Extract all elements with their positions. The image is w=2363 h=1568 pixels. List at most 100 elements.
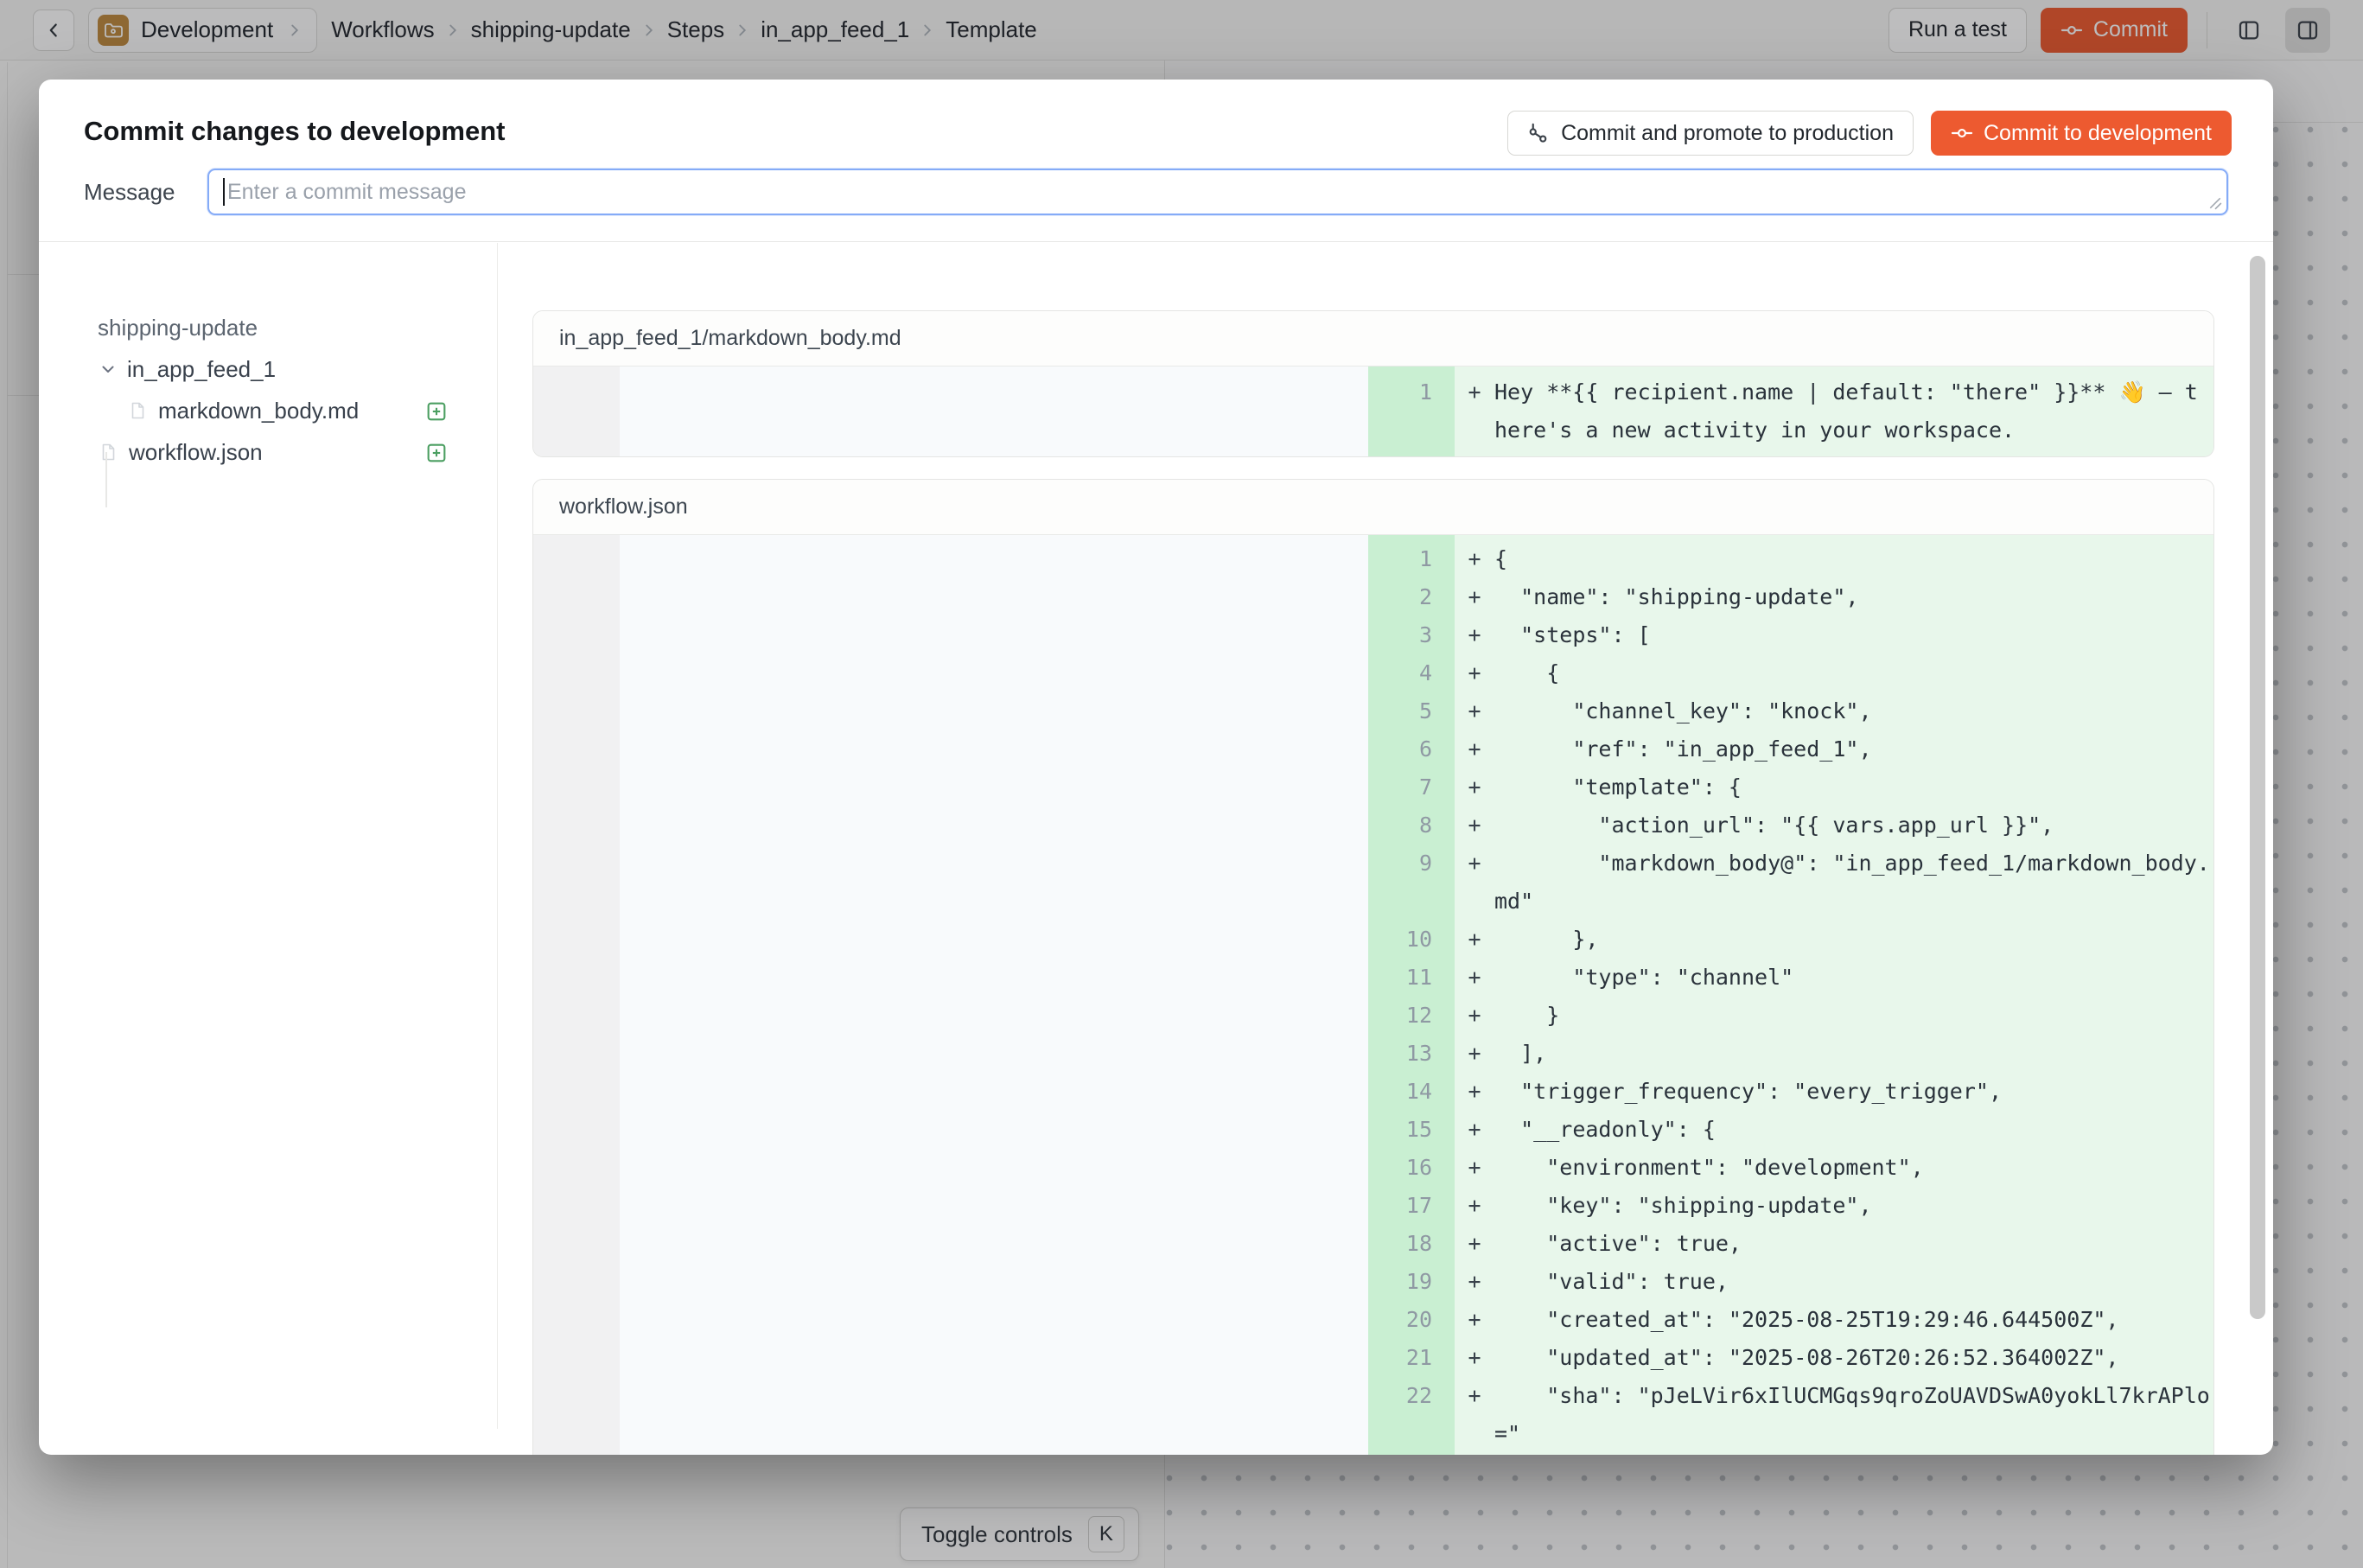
file-icon <box>127 400 148 421</box>
diff-added-sign: + <box>1455 1149 1494 1187</box>
diff-added-sign: + <box>1455 540 1494 578</box>
message-label: Message <box>84 169 175 215</box>
diff-line: 17 + "key": "shipping-update", <box>1368 1187 2213 1225</box>
diff-line-content: }, <box>1494 921 2210 959</box>
diff-line: 20 + "created_at": "2025-08-25T19:29:46.… <box>1368 1301 2213 1339</box>
diff-line: 13 + ], <box>1368 1035 2213 1073</box>
diff-added-sign: + <box>1455 1111 1494 1149</box>
file-icon <box>98 442 118 462</box>
file-name: workflow.json <box>129 439 263 466</box>
diff-added-sign: + <box>1455 1225 1494 1263</box>
line-number: 3 <box>1368 616 1455 654</box>
line-number: 10 <box>1368 921 1455 959</box>
diff-added-sign: + <box>1455 1377 1494 1453</box>
modal-scrollbar-thumb[interactable] <box>2250 256 2265 1319</box>
line-number: 1 <box>1368 373 1455 449</box>
diff-old-side <box>533 367 1368 456</box>
line-number: 18 <box>1368 1225 1455 1263</box>
line-number: 16 <box>1368 1149 1455 1187</box>
commit-to-development-label: Commit to development <box>1984 121 2212 146</box>
resize-grip-icon[interactable] <box>2208 196 2222 210</box>
diff-line: 19 + "valid": true, <box>1368 1263 2213 1301</box>
diff-line: 22 + "sha": "pJeLVir6xIlUCMGqs9qroZoUAVD… <box>1368 1377 2213 1453</box>
line-number: 5 <box>1368 692 1455 730</box>
line-number: 23 <box>1368 1453 1455 1455</box>
diff-line: 6 + "ref": "in_app_feed_1", <box>1368 730 2213 768</box>
diff-added-sign: + <box>1455 1453 1494 1455</box>
diff-added-sign: + <box>1455 1073 1494 1111</box>
diff-panel-workflow-json: workflow.json 1 + { 2 + "name": "shippin… <box>532 479 2214 1455</box>
text-caret <box>223 178 225 206</box>
commit-message-input[interactable]: Enter a commit message <box>207 169 2228 215</box>
diff-line-content: "template": { <box>1494 768 2210 806</box>
sidebar-group-in-app-feed-1[interactable]: in_app_feed_1 <box>98 348 497 390</box>
diff-line: 15 + "__readonly": { <box>1368 1111 2213 1149</box>
line-number: 1 <box>1368 540 1455 578</box>
diff-line-content: "ref": "in_app_feed_1", <box>1494 730 2210 768</box>
diff-line-content: } <box>1494 1453 2210 1455</box>
diff-line-content: "key": "shipping-update", <box>1494 1187 2210 1225</box>
diff-added-sign: + <box>1455 373 1494 449</box>
diff-added-sign: + <box>1455 578 1494 616</box>
diff-added-sign: + <box>1455 1263 1494 1301</box>
diff-added-sign: + <box>1455 730 1494 768</box>
diff-added-sign: + <box>1455 768 1494 806</box>
diff-line-content: "__readonly": { <box>1494 1111 2210 1149</box>
diff-line-content: Hey **{{ recipient.name | default: "ther… <box>1494 373 2210 449</box>
diff-added-sign: + <box>1455 692 1494 730</box>
diff-added-sign: + <box>1455 1187 1494 1225</box>
commit-icon <box>1951 122 1973 144</box>
diff-line-content: "markdown_body@": "in_app_feed_1/markdow… <box>1494 845 2210 921</box>
diff-added-sign: + <box>1455 959 1494 997</box>
diff-line-content: "created_at": "2025-08-25T19:29:46.64450… <box>1494 1301 2210 1339</box>
diff-line: 3 + "steps": [ <box>1368 616 2213 654</box>
diff-line: 16 + "environment": "development", <box>1368 1149 2213 1187</box>
modal-actions: Commit and promote to production Commit … <box>1507 111 2232 156</box>
promote-branch-icon <box>1527 122 1551 145</box>
diff-line: 23 + } <box>1368 1453 2213 1455</box>
diff-new-side: 1 + { 2 + "name": "shipping-update", 3 +… <box>1368 535 2213 1455</box>
diff-line: 8 + "action_url": "{{ vars.app_url }}", <box>1368 806 2213 845</box>
modal-header: Commit changes to development Commit and… <box>39 80 2273 242</box>
diff-line-content: "updated_at": "2025-08-26T20:26:52.36400… <box>1494 1339 2210 1377</box>
diff-line: 21 + "updated_at": "2025-08-26T20:26:52.… <box>1368 1339 2213 1377</box>
diff-added-sign: + <box>1455 921 1494 959</box>
old-content-empty <box>620 535 1368 1455</box>
diff-panel-title: in_app_feed_1/markdown_body.md <box>533 311 2213 367</box>
diff-line-content: { <box>1494 540 2210 578</box>
diff-old-side <box>533 535 1368 1455</box>
added-lines: 1 + { 2 + "name": "shipping-update", 3 +… <box>1368 535 2213 1455</box>
line-number: 6 <box>1368 730 1455 768</box>
added-lines: 1 + Hey **{{ recipient.name | default: "… <box>1368 367 2213 456</box>
plus-square-icon <box>424 441 449 465</box>
line-number: 9 <box>1368 845 1455 921</box>
commit-and-promote-label: Commit and promote to production <box>1561 121 1894 146</box>
diff-line: 1 + { <box>1368 540 2213 578</box>
diff-added-sign: + <box>1455 1035 1494 1073</box>
commit-and-promote-button[interactable]: Commit and promote to production <box>1507 111 1914 156</box>
diff-added-sign: + <box>1455 1339 1494 1377</box>
diff-line-content: "active": true, <box>1494 1225 2210 1263</box>
diff-added-sign: + <box>1455 1301 1494 1339</box>
diff-line-content: "action_url": "{{ vars.app_url }}", <box>1494 806 2210 845</box>
diff-panel-markdown-body: in_app_feed_1/markdown_body.md 1 + Hey *… <box>532 310 2214 457</box>
old-content-empty <box>620 367 1368 456</box>
line-number: 4 <box>1368 654 1455 692</box>
file-added-badge-icon <box>424 398 449 424</box>
app-screen: Development Workflows shipping-update St… <box>0 0 2363 1568</box>
diff-panel-title: workflow.json <box>533 480 2213 535</box>
modal-title: Commit changes to development <box>84 116 505 147</box>
line-number: 2 <box>1368 578 1455 616</box>
modal-body: shipping-update in_app_feed_1 markdown_b… <box>39 243 2273 1455</box>
diff-line-content: "valid": true, <box>1494 1263 2210 1301</box>
diff-line: 18 + "active": true, <box>1368 1225 2213 1263</box>
line-number: 19 <box>1368 1263 1455 1301</box>
commit-to-development-button[interactable]: Commit to development <box>1931 111 2232 156</box>
diff-new-side: 1 + Hey **{{ recipient.name | default: "… <box>1368 367 2213 456</box>
diff-line: 1 + Hey **{{ recipient.name | default: "… <box>1368 373 2213 449</box>
line-number: 13 <box>1368 1035 1455 1073</box>
line-number: 7 <box>1368 768 1455 806</box>
chevron-down-icon <box>98 359 118 379</box>
diff-line: 7 + "template": { <box>1368 768 2213 806</box>
diff-line-content: "sha": "pJeLVir6xIlUCMGqs9qroZoUAVDSwA0y… <box>1494 1377 2210 1453</box>
